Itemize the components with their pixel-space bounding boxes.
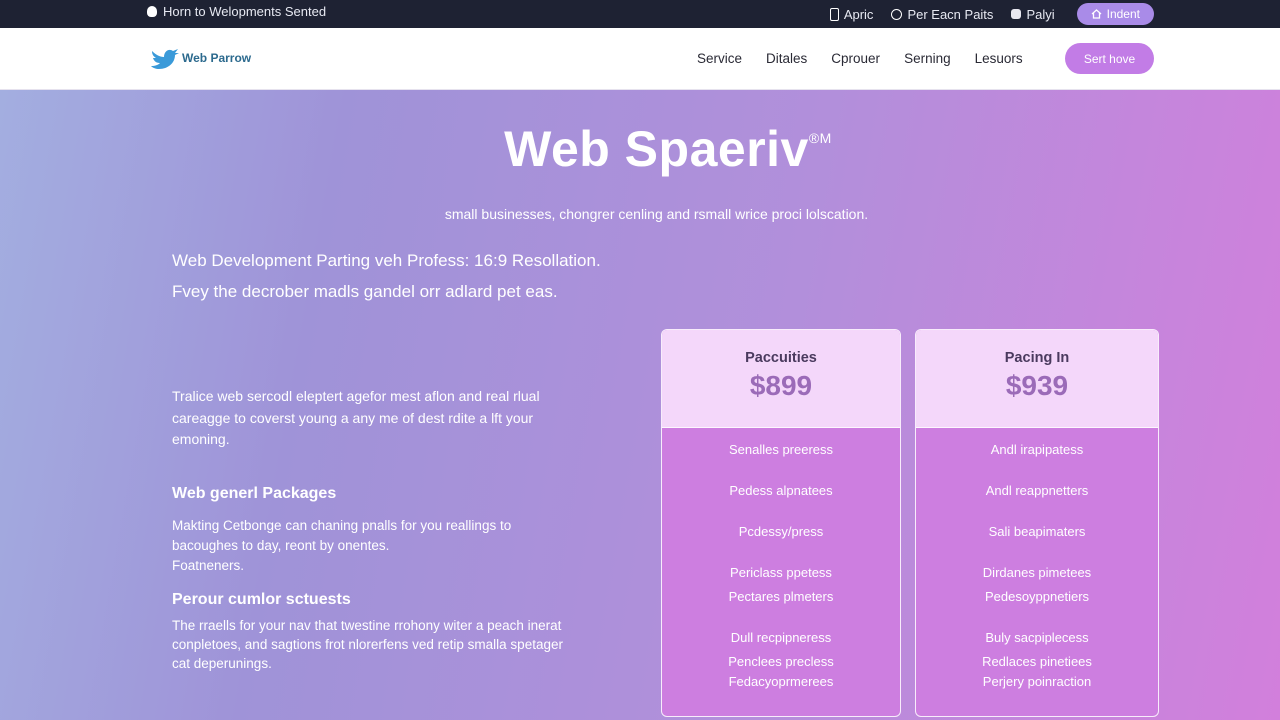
- packages-text-line: Makting Cetbonge can chaning pnalls for …: [172, 518, 512, 553]
- apple-icon: [147, 6, 157, 17]
- plan-price: $939: [1005, 370, 1069, 401]
- intro-paragraph: Tralice web sercodl eleptert agefor mest…: [172, 388, 540, 447]
- indent-button[interactable]: Indent: [1076, 3, 1154, 25]
- nav-link-cprouer[interactable]: Cprouer: [831, 51, 880, 66]
- pricing-card[interactable]: Pacing In $939 Andl irapipatess Andl rea…: [915, 329, 1159, 717]
- feature-item: Buly sacpiplecess: [985, 630, 1089, 645]
- plan-name: Paccuities: [745, 350, 817, 366]
- bird-logo-icon: [151, 49, 179, 69]
- logo-wordmark: Web Parrow: [182, 51, 252, 65]
- feature-item: Andl irapipatess: [990, 442, 1084, 457]
- plan-price: $899: [749, 370, 813, 401]
- packages-text-line: Foatneners.: [172, 558, 245, 573]
- topbar-right: Apric Per Eacn Paits Palyi Indent: [829, 0, 1154, 28]
- indent-button-label: Indent: [1106, 7, 1140, 21]
- hero-title-text: Web Spaeriv: [504, 121, 809, 177]
- nav-link-lesuors[interactable]: Lesuors: [975, 51, 1023, 66]
- hero-subtitle: small businesses, chongrer cenling and r…: [444, 206, 869, 222]
- feature-item: Dirdanes pimetees: [982, 565, 1092, 580]
- topbar-left: Horn to Welopments Sented: [147, 4, 326, 19]
- top-utility-bar: Horn to Welopments Sented Apric Per Eacn…: [0, 0, 1280, 28]
- main-navbar: Web Parrow Service Ditales Cprouer Serni…: [0, 28, 1280, 90]
- phone-icon: [829, 7, 839, 21]
- packages-heading: Web generl Packages: [172, 485, 337, 502]
- feature-item: Pectares plmeters: [728, 589, 834, 604]
- hero-lead-line-1: Web Development Parting veh Profess: 16:…: [172, 251, 601, 270]
- feature-item: Pcdessy/press: [738, 524, 824, 539]
- nav-links: Service Ditales Cprouer Serning Lesuors: [697, 51, 1023, 66]
- square-icon: [1011, 9, 1022, 19]
- pricing-card[interactable]: Paccuities $899 Senalles preeress Pedess…: [661, 329, 901, 717]
- feature-item: Penclees precless: [728, 654, 834, 669]
- hero-section: Web Spaeriv®M small businesses, chongrer…: [0, 90, 1280, 720]
- feature-item: Fedacyoprmerees: [728, 674, 834, 689]
- feature-item: Perjery poinraction: [982, 674, 1092, 689]
- feature-item: Sali beapimaters: [988, 524, 1086, 539]
- topbar-item-label: Palyi: [1026, 6, 1055, 22]
- topbar-left-text: Horn to Welopments Sented: [163, 4, 327, 19]
- plan-name: Pacing In: [1004, 350, 1070, 366]
- feature-item: Redlaces pinetiees: [982, 654, 1092, 669]
- custom-heading: Perour cumlor sctuests: [172, 591, 351, 608]
- topbar-item-label: Apric: [843, 6, 874, 22]
- feature-item: Dull recpipneress: [730, 630, 832, 645]
- nav-cta-button[interactable]: Sert hove: [1065, 43, 1154, 74]
- topbar-item-apric[interactable]: Apric: [829, 6, 874, 22]
- feature-list: Senalles preeress Pedess alpnatees Pcdes…: [662, 428, 900, 716]
- feature-list: Andl irapipatess Andl reappnetters Sali …: [916, 428, 1158, 716]
- home-icon: [1091, 9, 1102, 19]
- nav-link-service[interactable]: Service: [697, 51, 742, 66]
- feature-item: Periclass ppetess: [730, 565, 832, 580]
- feature-item: Senalles preeress: [728, 442, 834, 457]
- feature-item: Andl reappnetters: [985, 483, 1089, 498]
- feature-item: Pedess alpnatees: [729, 483, 833, 498]
- hero-title: Web Spaeriv®M: [0, 120, 1280, 178]
- topbar-item-label: Per Eacn Paits: [907, 6, 994, 22]
- pricing-card-header: Paccuities $899: [662, 330, 900, 428]
- packages-text: Makting Cetbonge can chaning pnalls for …: [172, 516, 572, 576]
- custom-text: The rraells for your nav that twestine r…: [172, 618, 563, 671]
- pricing-card-header: Pacing In $939: [916, 330, 1158, 428]
- chat-icon: [891, 8, 903, 20]
- nav-link-serning[interactable]: Serning: [904, 51, 951, 66]
- topbar-item-palyi[interactable]: Palyi: [1011, 6, 1055, 22]
- topbar-item-per-each[interactable]: Per Eacn Paits: [891, 7, 993, 22]
- hero-lead-line-2: Fvey the decrober madls gandel orr adlar…: [172, 282, 558, 301]
- site-logo[interactable]: Web Parrow: [150, 45, 251, 71]
- nav-link-ditales[interactable]: Ditales: [766, 51, 807, 66]
- hero-title-mark: ®M: [808, 130, 832, 146]
- feature-item: Pedesoyppnetiers: [984, 589, 1090, 604]
